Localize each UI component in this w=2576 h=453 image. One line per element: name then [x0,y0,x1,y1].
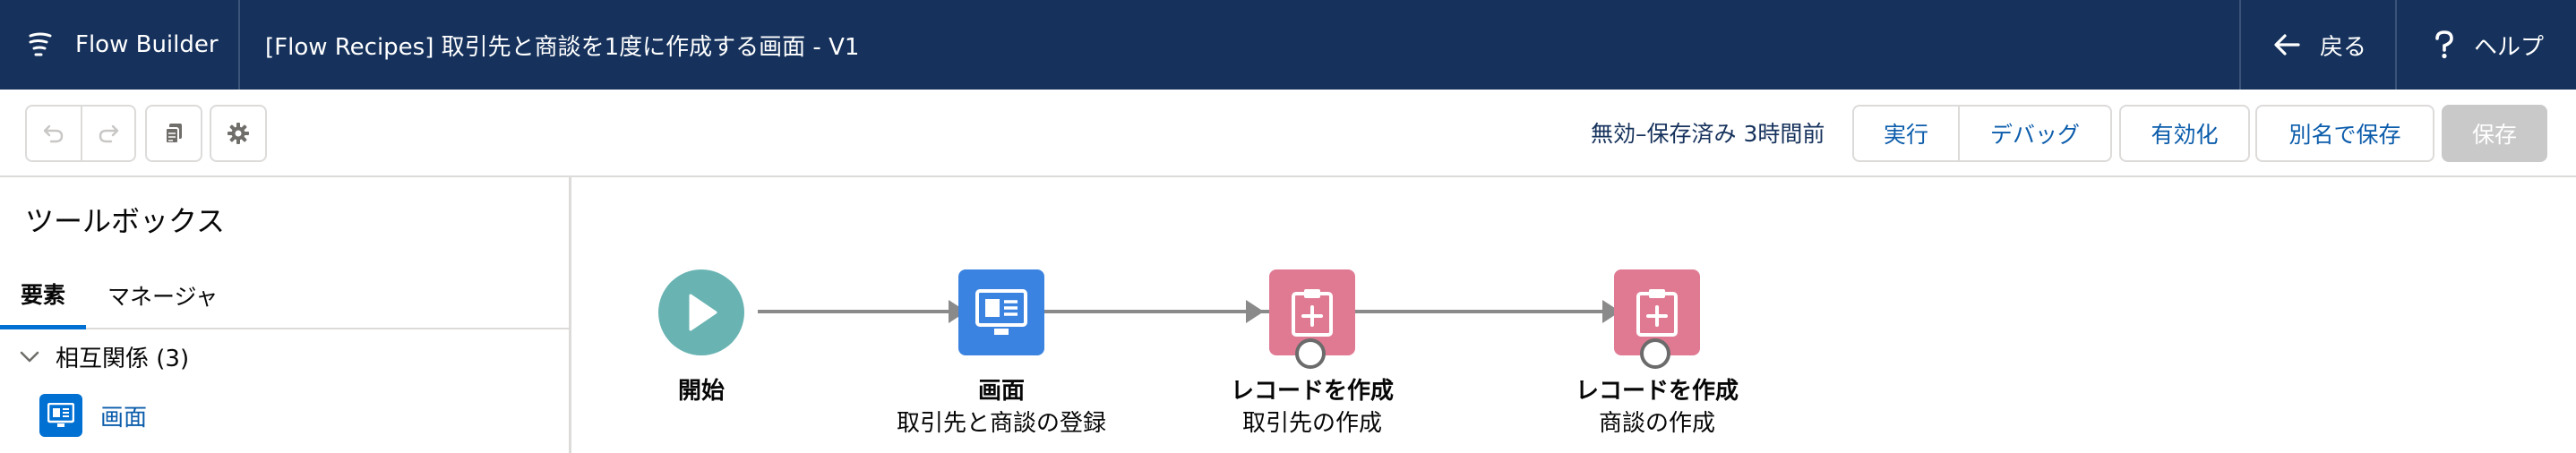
node-connector-handle[interactable] [1640,338,1670,369]
settings-group [210,105,267,162]
section-label: 相互関係 (3) [56,346,190,372]
activate-group: 有効化 [2119,105,2250,162]
node-subtitle: 商談の作成 [1598,410,1715,437]
arrow-left-icon [2273,33,2300,56]
node-screen-label: 画面 取引先と商談の登録 [867,372,1136,438]
settings-button[interactable] [211,107,265,160]
node-start-label: 開始 [567,372,836,405]
tab-elements[interactable]: 要素 [0,261,86,329]
node-title: 画面 [977,378,1025,405]
help-label: ヘルプ [2474,33,2545,61]
save-as-group: 別名で保存 [2255,105,2434,162]
node-subtitle: 取引先の作成 [1241,410,1382,437]
toolbox-panel: ツールボックス 要素 マネージャ 相互関係 (3) 画面 [0,177,571,453]
debug-button[interactable]: デバッグ [1958,107,2110,160]
flow-status: 無効–保存済み 3時間前 [1591,121,1825,147]
redo-button[interactable] [81,107,134,160]
help-button[interactable]: ヘルプ [2395,0,2576,90]
play-icon [689,294,717,331]
section-interactions[interactable]: 相互関係 (3) [20,340,189,373]
toolbox-item-screen[interactable]: 画面 [39,394,147,437]
node-create-record-account-label: レコードを作成 取引先の作成 [1178,372,1447,438]
app-name: Flow Builder [75,31,219,58]
run-button[interactable]: 実行 [1854,107,1958,160]
record-create-icon [1636,289,1678,337]
node-create-record-opportunity-label: レコードを作成 商談の作成 [1523,372,1791,438]
node-subtitle: 取引先と商談の登録 [896,410,1106,437]
toolbox-title: ツールボックス [25,204,226,238]
back-button[interactable]: 戻る [2239,0,2395,90]
copy-icon [165,124,182,144]
save-button[interactable]: 保存 [2442,105,2547,162]
node-connector-handle[interactable] [1295,338,1326,369]
chevron-down-icon [20,351,39,363]
connector-record1-record2[interactable] [1367,310,1639,313]
run-debug-group: 実行 デバッグ [1852,105,2112,162]
global-header: Flow Builder [Flow Recipes] 取引先と商談を1度に作成… [0,0,2576,90]
back-label: 戻る [2320,33,2367,61]
gear-icon [228,123,249,144]
flow-canvas[interactable]: 開始 画面 取引先と商談の登録 レコードを作成 取引先の作成 レコードを作成 商… [574,177,2576,453]
question-icon [2434,30,2454,59]
save-as-button[interactable]: 別名で保存 [2257,107,2433,160]
connector-start-screen[interactable] [758,310,880,313]
copy-group [145,105,202,162]
toolbox-tabs: 要素 マネージャ [0,261,569,329]
node-screen[interactable] [958,269,1044,355]
undo-button[interactable] [27,107,81,160]
screen-icon [39,394,82,437]
tab-manager[interactable]: マネージャ [107,261,218,329]
app-brand: Flow Builder [0,0,240,90]
node-start[interactable] [658,269,744,355]
flow-builder-logo-icon [29,32,52,56]
record-create-icon [1292,289,1333,337]
toolbar: 無効–保存済み 3時間前 実行 デバッグ 有効化 別名で保存 保存 [0,90,2576,177]
flow-title: [Flow Recipes] 取引先と商談を1度に作成する画面 - V1 [265,33,860,61]
undo-icon [43,124,64,143]
arrowhead-icon [1246,300,1264,323]
copy-button[interactable] [147,107,201,160]
node-title: レコードを作成 [1575,378,1739,405]
node-title: レコードを作成 [1230,378,1394,405]
toolbox-item-label: 画面 [100,404,148,432]
activate-button[interactable]: 有効化 [2121,107,2248,160]
undo-redo-group [25,105,136,162]
screen-icon [975,289,1027,335]
node-title: 開始 [677,378,725,405]
redo-icon [99,124,119,143]
